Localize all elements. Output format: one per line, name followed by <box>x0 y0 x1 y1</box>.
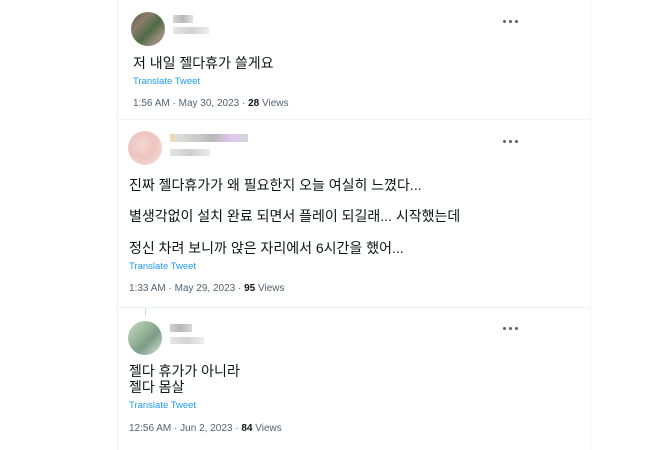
author-name-redacted[interactable] <box>170 134 248 142</box>
author-handle-redacted[interactable] <box>173 27 209 34</box>
separator: · <box>172 98 176 109</box>
tweet-meta: 1:56 AM · May 30, 2023 · 28 Views <box>133 98 289 109</box>
views-count: 95 <box>244 283 256 294</box>
tweet-3[interactable]: 젤다 휴가가 아니라 젤다 몸살 Translate Tweet 12:56 A… <box>118 308 590 450</box>
tweet-meta: 12:56 AM · Jun 2, 2023 · 84 Views <box>129 423 282 434</box>
tweet-date[interactable]: Jun 2, 2023 <box>180 423 232 434</box>
translate-tweet-link[interactable]: Translate Tweet <box>133 76 200 87</box>
tweet-meta: 1:33 AM · May 29, 2023 · 95 Views <box>129 283 285 294</box>
more-options-icon[interactable] <box>502 325 518 331</box>
tweet-text-line: 정신 차려 보니까 앉은 자리에서 6시간을 했어... <box>129 240 404 256</box>
avatar[interactable] <box>131 12 165 46</box>
author-name-redacted[interactable] <box>170 324 192 332</box>
views-count: 84 <box>241 423 253 434</box>
avatar[interactable] <box>128 321 162 355</box>
tweet-time[interactable]: 1:33 AM <box>129 283 166 294</box>
tweet-text-line: 별생각없이 설치 완료 되면서 플레이 되길래... 시작했는데 <box>129 208 461 224</box>
tweet-time[interactable]: 1:56 AM <box>133 98 170 109</box>
tweet-text-line: 젤다 휴가가 아니라 <box>129 363 240 379</box>
separator: · <box>168 283 172 294</box>
avatar[interactable] <box>128 131 162 165</box>
tweet-date[interactable]: May 30, 2023 <box>179 98 240 109</box>
author-handle-redacted[interactable] <box>170 337 204 344</box>
separator: · <box>235 423 239 434</box>
tweet-text-line: 진짜 젤다휴가가 왜 필요한지 오늘 여실히 느꼈다... <box>129 177 422 193</box>
separator: · <box>238 283 242 294</box>
tweet-date[interactable]: May 29, 2023 <box>175 283 236 294</box>
more-options-icon[interactable] <box>502 138 518 144</box>
separator: · <box>242 98 246 109</box>
separator: · <box>174 423 178 434</box>
views-label: Views <box>262 98 289 109</box>
translate-tweet-link[interactable]: Translate Tweet <box>129 400 196 411</box>
author-name-redacted[interactable] <box>173 15 193 23</box>
more-options-icon[interactable] <box>502 18 518 24</box>
views-label: Views <box>255 423 282 434</box>
views-count: 28 <box>248 98 260 109</box>
thread-connector-line <box>145 308 146 316</box>
tweet-2[interactable]: 진짜 젤다휴가가 왜 필요한지 오늘 여실히 느꼈다... 별생각없이 설치 완… <box>118 120 590 308</box>
translate-tweet-link[interactable]: Translate Tweet <box>129 261 196 272</box>
views-label: Views <box>258 283 285 294</box>
author-handle-redacted[interactable] <box>170 149 210 156</box>
tweet-feed: 저 내일 젤다휴가 쓸게요 Translate Tweet 1:56 AM · … <box>117 0 591 450</box>
tweet-text-line: 젤다 몸살 <box>129 379 185 395</box>
tweet-time[interactable]: 12:56 AM <box>129 423 171 434</box>
tweet-1[interactable]: 저 내일 젤다휴가 쓸게요 Translate Tweet 1:56 AM · … <box>118 0 590 120</box>
tweet-text-line: 저 내일 젤다휴가 쓸게요 <box>133 55 274 71</box>
